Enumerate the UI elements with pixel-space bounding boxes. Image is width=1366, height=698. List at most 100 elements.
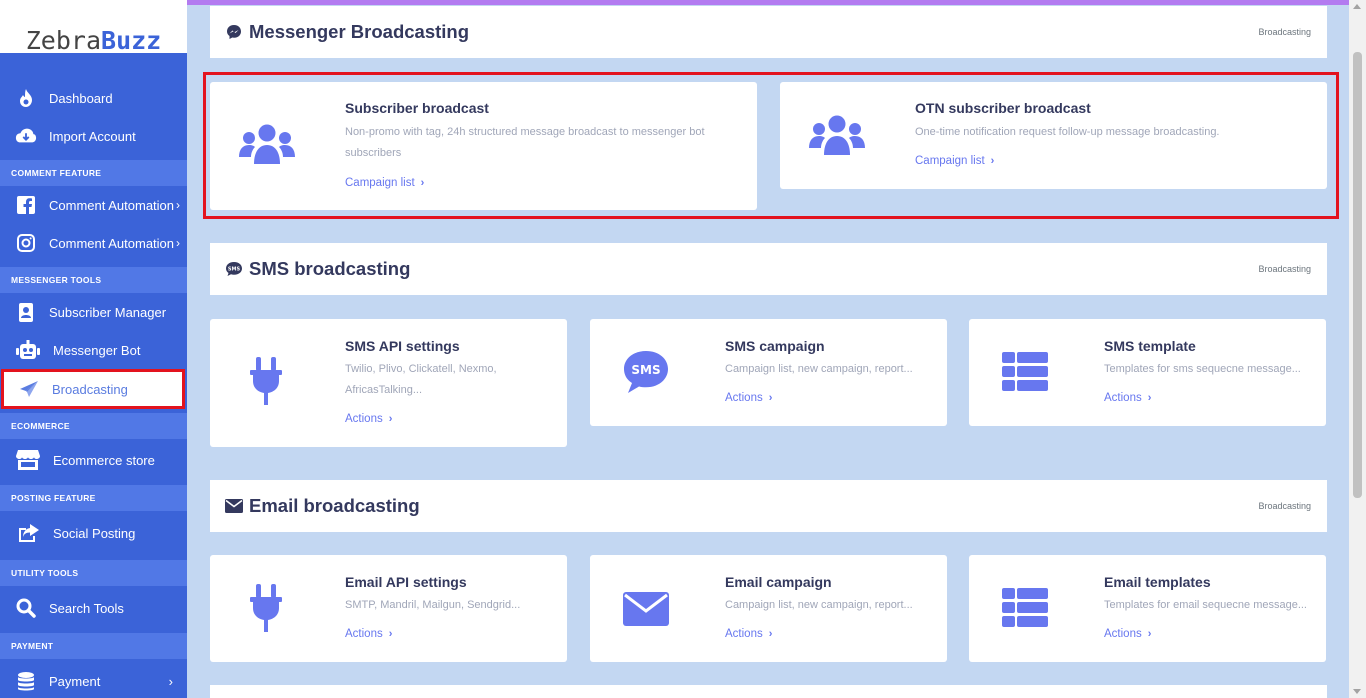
sidebar-section-messenger-tools: MESSENGER TOOLS — [0, 267, 187, 293]
card-title: Email API settings — [345, 574, 467, 590]
store-icon — [15, 449, 41, 471]
actions-link[interactable]: Actions › — [725, 628, 772, 640]
list-table-icon — [1002, 588, 1048, 628]
section-title: Email broadcasting — [249, 495, 420, 516]
coins-icon — [15, 670, 37, 692]
chevron-right-icon: › — [168, 673, 173, 689]
breadcrumb[interactable]: Broadcasting — [1258, 27, 1311, 37]
sidebar-item-label: Search Tools — [49, 600, 124, 616]
chevron-right-icon: › — [1147, 628, 1152, 640]
sidebar-item-subscriber-manager[interactable]: Subscriber Manager — [0, 293, 187, 331]
sidebar-item-dashboard[interactable]: Dashboard — [0, 79, 187, 117]
sidebar-item-label: Subscriber Manager — [49, 304, 167, 320]
email-templates-card[interactable]: Email templates Templates for email sequ… — [969, 555, 1326, 662]
plug-icon — [248, 584, 284, 634]
card-title: Email templates — [1104, 574, 1211, 590]
robot-icon — [15, 339, 41, 361]
sidebar-item-label: Comment Automation — [49, 197, 175, 213]
chevron-right-icon: › — [1147, 392, 1152, 404]
scrollbar-thumb[interactable] — [1353, 52, 1362, 498]
sidebar-item-broadcasting[interactable]: Broadcasting — [1, 369, 185, 409]
envelope-icon — [623, 592, 669, 626]
svg-text:SMS: SMS — [228, 267, 241, 273]
sidebar-item-comment-automation-instagram[interactable]: Comment Automation › — [0, 224, 187, 262]
sidebar-item-search-tools[interactable]: Search Tools — [0, 586, 187, 630]
list-table-icon — [1002, 352, 1048, 392]
facebook-icon — [15, 194, 37, 216]
campaign-list-link[interactable]: Campaign list › — [915, 155, 994, 167]
sms-api-settings-card[interactable]: SMS API settings Twilio, Plivo, Clickate… — [210, 319, 567, 447]
email-api-settings-card[interactable]: Email API settings SMTP, Mandril, Mailgu… — [210, 555, 567, 662]
campaign-list-link[interactable]: Campaign list › — [345, 177, 424, 189]
card-title: Subscriber broadcast — [345, 100, 489, 116]
sidebar-item-ecommerce-store[interactable]: Ecommerce store — [0, 439, 187, 481]
sidebar-item-label: Messenger Bot — [53, 342, 141, 358]
search-icon — [15, 597, 37, 619]
card-description: Twilio, Plivo, Clickatell, Nexmo, — [345, 363, 497, 375]
sidebar-item-label: Social Posting — [53, 525, 136, 541]
share-icon — [15, 522, 41, 544]
otn-subscriber-broadcast-card[interactable]: OTN subscriber broadcast One-time notifi… — [780, 82, 1327, 189]
sidebar-item-label: Import Account — [49, 128, 136, 144]
instagram-icon — [15, 232, 37, 254]
card-description: Templates for sms sequecne message... — [1104, 363, 1301, 375]
card-description: Templates for email sequecne message... — [1104, 599, 1307, 611]
brand-logo[interactable]: ZebraBuzz — [0, 0, 187, 53]
chevron-right-icon: › — [990, 155, 995, 167]
actions-link[interactable]: Actions › — [1104, 392, 1151, 404]
sidebar-section-ecommerce: ECOMMERCE — [0, 413, 187, 439]
card-title: Email campaign — [725, 574, 832, 590]
sms-campaign-card[interactable]: SMS SMS campaign Campaign list, new camp… — [590, 319, 947, 426]
chevron-right-icon: › — [768, 392, 773, 404]
card-title: SMS template — [1104, 338, 1196, 354]
section-title: SMS broadcasting — [249, 258, 411, 279]
envelope-icon — [225, 497, 243, 515]
breadcrumb[interactable]: Broadcasting — [1258, 501, 1311, 511]
next-section-header — [210, 685, 1327, 698]
sidebar-item-messenger-bot[interactable]: Messenger Bot — [0, 331, 187, 369]
card-description: AfricasTalking... — [345, 384, 423, 396]
actions-link[interactable]: Actions › — [725, 392, 772, 404]
card-title: SMS API settings — [345, 338, 460, 354]
sidebar-item-comment-automation-facebook[interactable]: Comment Automation › — [0, 186, 187, 224]
sms-bubble-icon: SMS — [622, 349, 670, 395]
brand-name-part2: Buzz — [101, 26, 162, 55]
sidebar-item-label: Ecommerce store — [53, 452, 155, 468]
sidebar-section-payment: PAYMENT — [0, 633, 187, 659]
chevron-right-icon: › — [176, 198, 181, 212]
sidebar-item-payment[interactable]: Payment › — [0, 659, 187, 698]
chevron-right-icon: › — [768, 628, 773, 640]
cloud-download-icon — [15, 125, 37, 147]
contact-book-icon — [15, 301, 37, 323]
sms-icon: SMS — [225, 260, 243, 278]
sidebar-item-label: Payment — [49, 673, 101, 689]
sms-broadcasting-header: SMS SMS broadcasting Broadcasting — [210, 243, 1327, 295]
vertical-scrollbar[interactable] — [1349, 0, 1366, 698]
svg-text:SMS: SMS — [631, 363, 660, 377]
subscriber-broadcast-card[interactable]: Subscriber broadcast Non-promo with tag,… — [210, 82, 757, 210]
card-description: Non-promo with tag, 24h structured messa… — [345, 126, 705, 138]
actions-link[interactable]: Actions › — [345, 413, 392, 425]
sidebar-section-comment-feature: COMMENT FEATURE — [0, 160, 187, 186]
card-description: Campaign list, new campaign, report... — [725, 363, 913, 375]
scroll-down-icon[interactable] — [1353, 689, 1361, 694]
brand-name-part1: Zebra — [25, 26, 102, 55]
breadcrumb[interactable]: Broadcasting — [1258, 264, 1311, 274]
actions-link[interactable]: Actions › — [1104, 628, 1151, 640]
top-accent-bar — [187, 0, 1349, 5]
scroll-up-icon[interactable] — [1353, 4, 1361, 9]
email-campaign-card[interactable]: Email campaign Campaign list, new campai… — [590, 555, 947, 662]
sidebar: ZebraBuzz Dashboard Import Account COMME… — [0, 0, 187, 698]
sidebar-item-social-posting[interactable]: Social Posting — [0, 511, 187, 555]
chevron-right-icon: › — [420, 177, 425, 189]
card-title: SMS campaign — [725, 338, 825, 354]
sms-template-card[interactable]: SMS template Templates for sms sequecne … — [969, 319, 1326, 426]
sidebar-item-import-account[interactable]: Import Account — [0, 117, 187, 155]
sidebar-item-label: Dashboard — [49, 90, 113, 106]
actions-link[interactable]: Actions › — [345, 628, 392, 640]
card-description: Campaign list, new campaign, report... — [725, 599, 913, 611]
card-title: OTN subscriber broadcast — [915, 100, 1091, 116]
messenger-icon — [225, 23, 243, 41]
plug-icon — [248, 357, 284, 407]
sidebar-section-utility-tools: UTILITY TOOLS — [0, 560, 187, 586]
